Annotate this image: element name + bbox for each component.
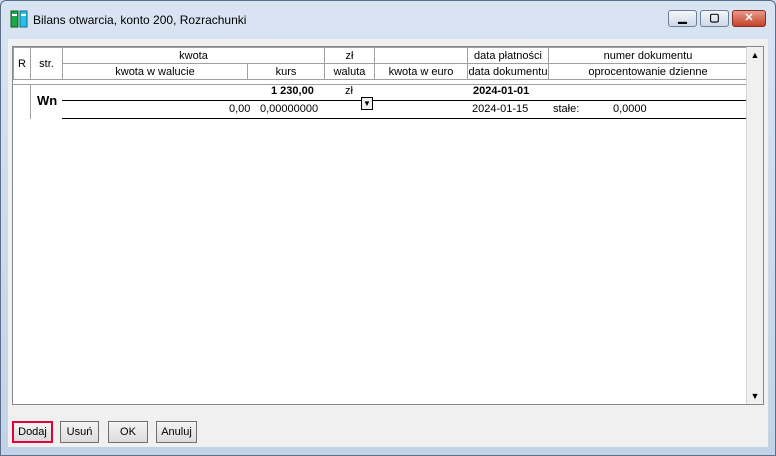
col-header-r[interactable]: R	[13, 47, 31, 80]
entry-amount-in-currency[interactable]: 0,00	[229, 103, 250, 115]
vertical-scrollbar[interactable]: ▲ ▼	[746, 47, 763, 404]
col-header-payment-date[interactable]: data płatności	[467, 47, 549, 64]
col-header-amount-in-currency[interactable]: kwota w walucie	[62, 63, 248, 80]
minimize-button[interactable]: ▁	[668, 10, 697, 27]
entry-side: Wn	[37, 93, 58, 108]
col-header-daily-interest[interactable]: oprocentowanie dzienne	[548, 63, 748, 80]
window-title: Bilans otwarcia, konto 200, Rozrachunki	[33, 13, 247, 27]
ok-button[interactable]: OK	[108, 421, 148, 443]
remove-button[interactable]: Usuń	[60, 421, 99, 443]
currency-dropdown[interactable]: ▼	[361, 97, 373, 110]
maximize-icon: ▢	[709, 12, 720, 24]
title-bar[interactable]: Bilans otwarcia, konto 200, Rozrachunki …	[1, 1, 775, 39]
entries-grid[interactable]: R str. kwota zł data płatności numer dok…	[12, 46, 764, 405]
col-header-pln[interactable]: zł	[324, 47, 375, 64]
col-header-rate[interactable]: kurs	[247, 63, 325, 80]
col-header-amount-eur[interactable]: kwota w euro	[374, 63, 468, 80]
app-icon	[10, 10, 28, 28]
maximize-button[interactable]: ▢	[700, 10, 729, 27]
entry-interest-value[interactable]: 0,0000	[613, 103, 647, 115]
col-header-amount[interactable]: kwota	[62, 47, 325, 64]
entry-rate[interactable]: 0,00000000	[260, 103, 318, 115]
entry-payment-date[interactable]: 2024-01-01	[473, 85, 529, 97]
grid-header: R str. kwota zł data płatności numer dok…	[13, 47, 748, 80]
dialog-window: Bilans otwarcia, konto 200, Rozrachunki …	[0, 0, 776, 456]
entry-document-date[interactable]: 2024-01-15	[472, 103, 528, 115]
dialog-client: R str. kwota zł data płatności numer dok…	[8, 39, 768, 447]
cancel-button[interactable]: Anuluj	[156, 421, 197, 443]
row-separator	[13, 84, 747, 85]
col-divider	[30, 85, 31, 119]
close-button[interactable]: ✕	[732, 10, 766, 27]
col-header-currency[interactable]: waluta	[324, 63, 375, 80]
row-divider	[62, 100, 747, 101]
chevron-down-icon: ▼	[363, 99, 371, 108]
col-header-document-number[interactable]: numer dokumentu	[548, 47, 748, 64]
minimize-icon: ▁	[678, 12, 687, 24]
add-button[interactable]: Dodaj	[12, 421, 53, 443]
table-row[interactable]: Wn 1 230,00 zł 2024-01-01 0,00 0,0000000…	[13, 82, 747, 119]
scroll-down-icon[interactable]: ▼	[747, 388, 763, 404]
entry-currency[interactable]: zł	[345, 85, 353, 97]
col-header-empty[interactable]	[374, 47, 468, 64]
entry-interest-type[interactable]: stałe:	[553, 103, 579, 115]
col-header-page[interactable]: str.	[30, 47, 63, 80]
col-header-document-date[interactable]: data dokumentu	[467, 63, 549, 80]
row-bottom-border	[62, 118, 747, 119]
scroll-up-icon[interactable]: ▲	[747, 47, 763, 63]
close-icon: ✕	[744, 12, 754, 24]
entry-amount[interactable]: 1 230,00	[271, 85, 314, 97]
